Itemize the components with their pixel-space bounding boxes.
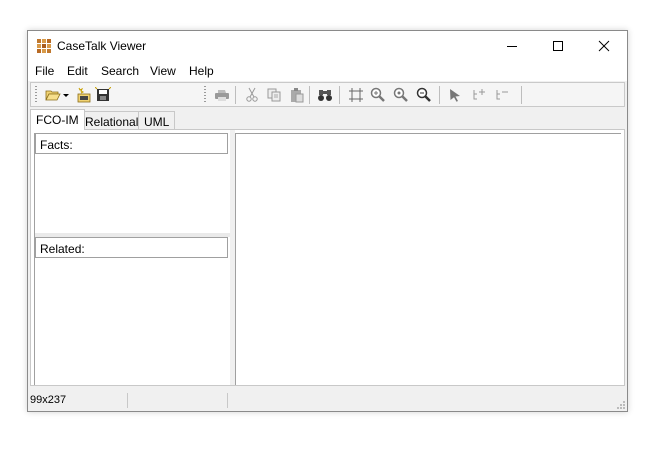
- new-project-icon: [77, 87, 91, 103]
- resize-grip-icon[interactable]: [616, 400, 626, 410]
- menu-edit[interactable]: Edit: [67, 64, 88, 78]
- toolbar-separator: [235, 86, 236, 104]
- add-node-button[interactable]: [470, 87, 486, 103]
- find-binoculars-icon: [318, 90, 332, 101]
- open-button[interactable]: [45, 87, 61, 103]
- paste-icon: [291, 88, 304, 103]
- zoom-out-icon: [416, 87, 431, 102]
- status-separator: [227, 393, 228, 408]
- diagram-canvas[interactable]: [235, 133, 621, 385]
- dropdown-arrow-icon: [63, 94, 69, 97]
- copy-button[interactable]: [266, 87, 282, 103]
- zoom-in-button[interactable]: [370, 87, 386, 103]
- left-pane: Facts: Related:: [34, 133, 230, 385]
- close-button[interactable]: [581, 31, 627, 61]
- minimize-icon: [507, 46, 517, 47]
- cut-icon: [246, 87, 258, 102]
- pointer-icon: [450, 89, 460, 102]
- view-tabs: FCO-IM Relational UML: [30, 109, 627, 130]
- menu-help[interactable]: Help: [189, 64, 214, 78]
- toolbar-separator: [309, 86, 310, 104]
- zoom-out-button[interactable]: [416, 87, 432, 103]
- toolbar-separator: [339, 86, 340, 104]
- related-label: Related:: [35, 237, 228, 258]
- zoom-reset-button[interactable]: [393, 87, 409, 103]
- open-folder-icon: [45, 90, 61, 101]
- cut-button[interactable]: [244, 87, 260, 103]
- maximize-button[interactable]: [535, 31, 581, 61]
- print-icon: [215, 90, 229, 101]
- save-button[interactable]: [95, 87, 111, 103]
- toolbar: [30, 82, 625, 107]
- status-size: 99x237: [30, 394, 67, 406]
- facts-label: Facts:: [35, 133, 228, 154]
- toolbar-separator: [521, 86, 522, 104]
- fit-button[interactable]: [348, 87, 364, 103]
- remove-node-icon: [496, 90, 508, 100]
- close-icon: [598, 40, 610, 52]
- open-dropdown-button[interactable]: [62, 87, 71, 103]
- print-button[interactable]: [214, 87, 230, 103]
- zoom-in-icon: [370, 87, 385, 102]
- minimize-button[interactable]: [489, 31, 535, 61]
- menu-search[interactable]: Search: [101, 64, 139, 78]
- remove-node-button[interactable]: [493, 87, 509, 103]
- pointer-button[interactable]: [447, 87, 463, 103]
- new-project-button[interactable]: [76, 87, 92, 103]
- add-node-icon: [473, 89, 485, 100]
- toolbar-separator: [439, 86, 440, 104]
- menu-view[interactable]: View: [150, 64, 176, 78]
- paste-button[interactable]: [289, 87, 305, 103]
- status-separator: [127, 393, 128, 408]
- menu-file[interactable]: File: [35, 64, 54, 78]
- tab-uml[interactable]: UML: [138, 111, 176, 129]
- app-grid-icon: [37, 39, 51, 53]
- tab-content: Facts: Related:: [30, 129, 625, 386]
- copy-icon: [267, 88, 281, 102]
- window-title: CaseTalk Viewer: [57, 39, 147, 53]
- fit-grid-icon: [349, 88, 363, 102]
- left-pane-border: [34, 133, 35, 385]
- toolbar-grip-2[interactable]: [204, 86, 206, 103]
- find-button[interactable]: [317, 87, 333, 103]
- tab-fco-im[interactable]: FCO-IM: [30, 109, 85, 130]
- tab-relational[interactable]: Relational: [79, 111, 145, 129]
- maximize-icon: [553, 41, 563, 51]
- zoom-reset-icon: [393, 87, 408, 102]
- save-disk-icon: [95, 87, 111, 101]
- title-bar[interactable]: CaseTalk Viewer: [28, 31, 627, 61]
- status-bar: 99x237: [28, 389, 627, 411]
- app-window: CaseTalk Viewer File Edit Search View He…: [27, 30, 628, 412]
- toolbar-grip[interactable]: [35, 86, 37, 103]
- menu-bar: File Edit Search View Help: [28, 61, 627, 81]
